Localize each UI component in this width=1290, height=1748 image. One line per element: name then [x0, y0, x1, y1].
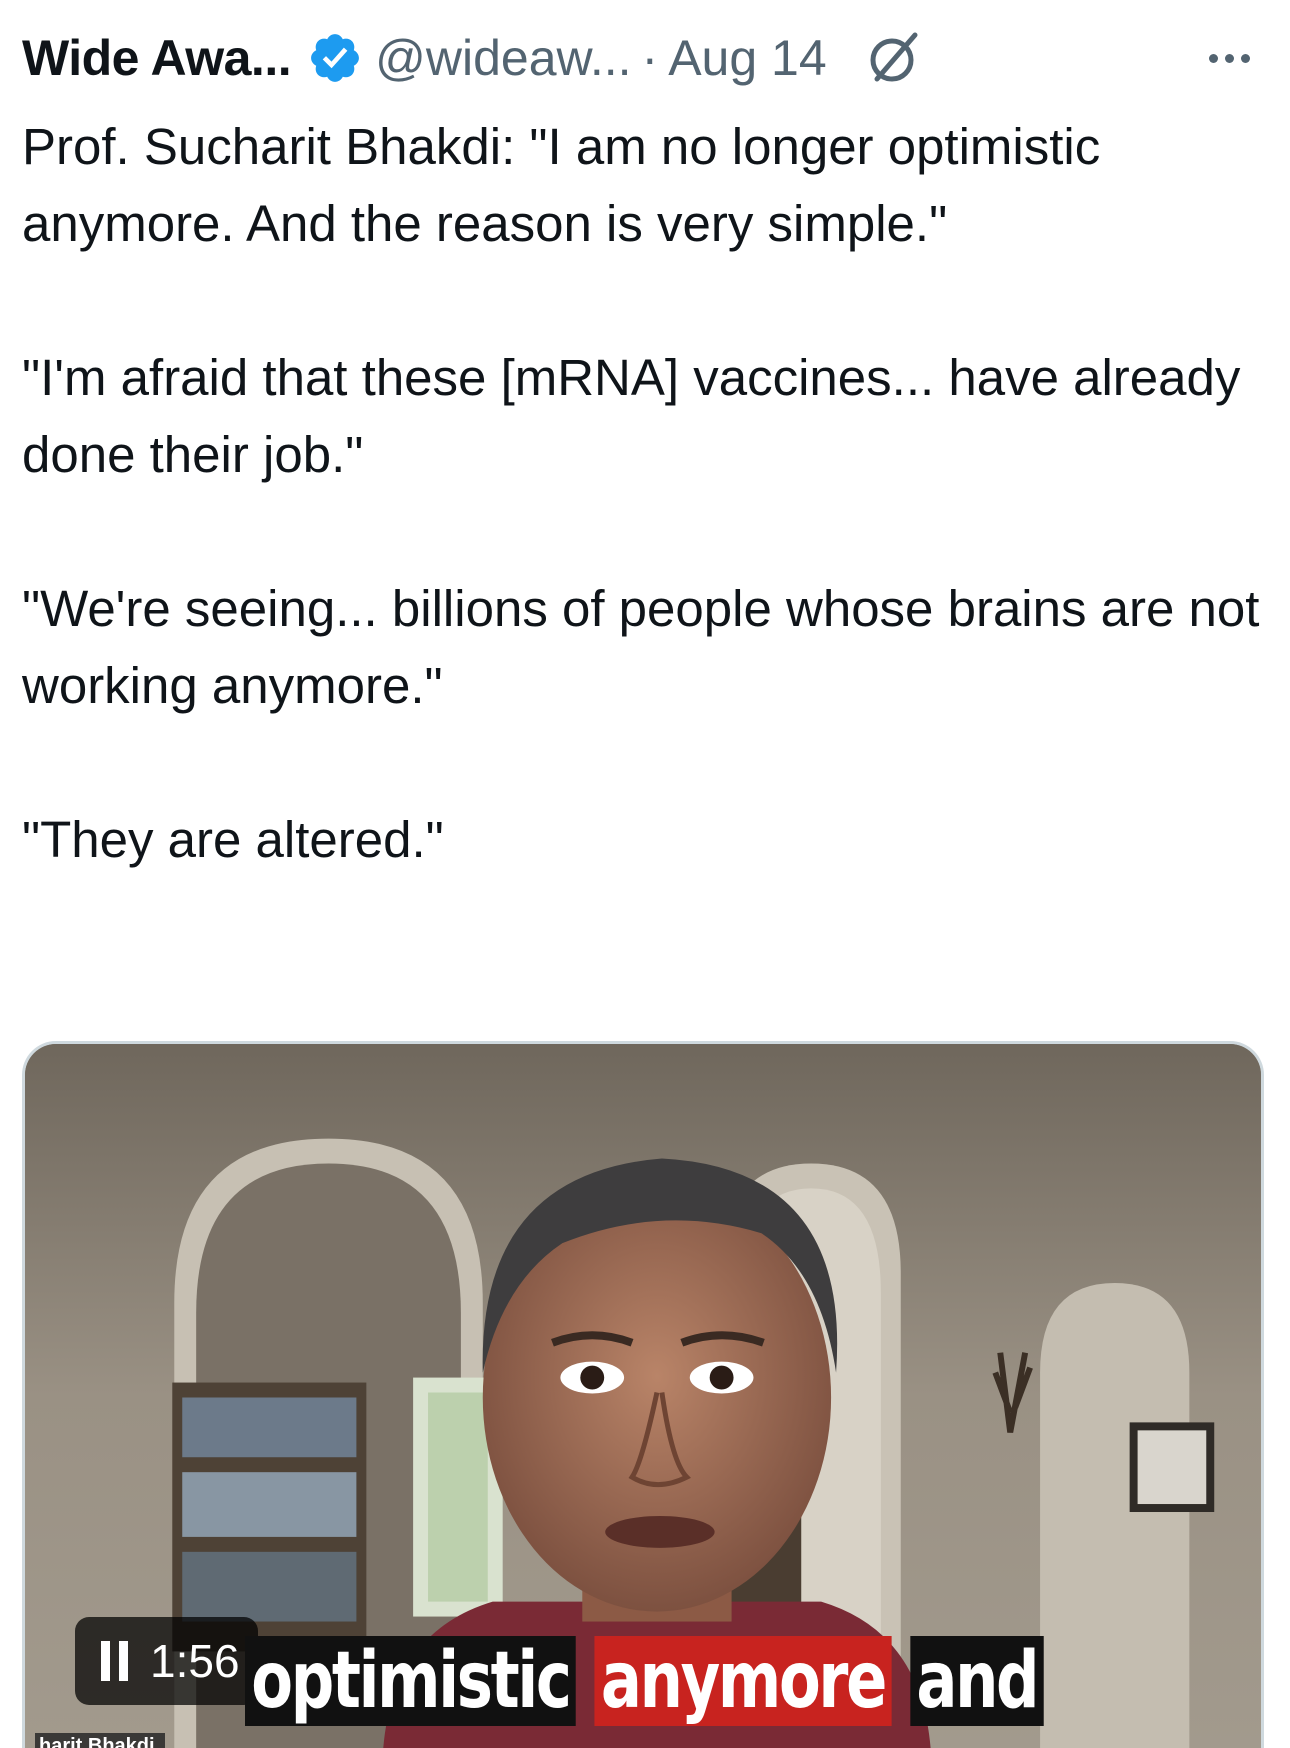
video-player[interactable]: 1:56 optimistic anymore and harit Bhakdi	[22, 1041, 1264, 1748]
caption-word: optimistic	[245, 1636, 576, 1726]
user-handle[interactable]: @wideaw...	[375, 29, 631, 87]
tweet-header: Wide Awa... @wideaw... · Aug 14	[22, 22, 1268, 94]
tweet[interactable]: Wide Awa... @wideaw... · Aug 14 Prof. Su…	[0, 0, 1290, 1748]
tweet-paragraph-1: Prof. Sucharit Bhakdi: "I am no longer o…	[22, 118, 1115, 252]
separator-dot: ·	[641, 30, 659, 86]
tweet-text: Prof. Sucharit Bhakdi: "I am no longer o…	[22, 108, 1262, 878]
display-name[interactable]: Wide Awa...	[22, 29, 292, 87]
tweet-paragraph-4: "They are altered."	[22, 811, 444, 868]
grok-icon[interactable]	[863, 27, 925, 89]
verified-badge-icon	[307, 30, 363, 86]
caption-word: and	[910, 1636, 1044, 1726]
more-options-icon[interactable]	[1209, 53, 1250, 63]
post-date[interactable]: Aug 14	[668, 29, 826, 87]
caption-word-highlighted: anymore	[594, 1636, 892, 1726]
tweet-paragraph-2: "I'm afraid that these [mRNA] vaccines..…	[22, 349, 1255, 483]
tweet-paragraph-3: "We're seeing... billions of people whos…	[22, 580, 1274, 714]
video-timestamp: 1:56	[150, 1635, 240, 1687]
playback-status[interactable]: 1:56	[75, 1617, 258, 1705]
speaker-name-tag: harit Bhakdi	[35, 1733, 165, 1748]
video-caption: optimistic anymore and	[245, 1636, 1044, 1726]
pause-icon[interactable]	[101, 1641, 128, 1681]
